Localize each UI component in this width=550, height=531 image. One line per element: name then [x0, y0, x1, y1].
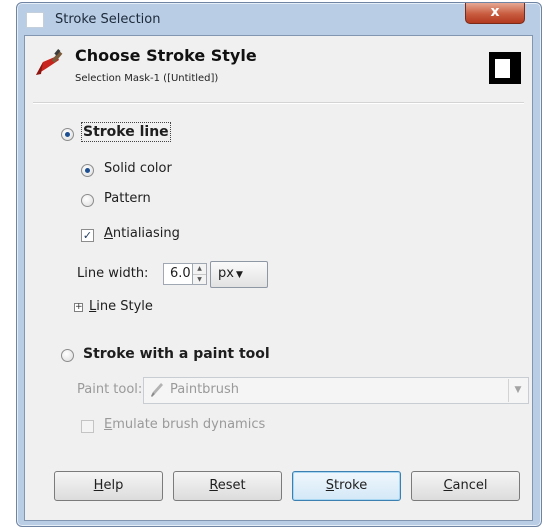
- line-width-label: Line width:: [77, 266, 149, 281]
- close-button[interactable]: x: [465, 3, 525, 24]
- pattern-label[interactable]: Pattern: [104, 191, 151, 206]
- dialog-body: Choose Stroke Style Selection Mask-1 ([U…: [24, 35, 533, 521]
- antialiasing-mnemonic: A: [104, 226, 113, 241]
- line-width-spinner[interactable]: ▲ ▼: [193, 263, 207, 285]
- paint-tool-value: Paintbrush: [170, 382, 240, 397]
- reset-text: eset: [217, 478, 246, 493]
- line-width-input[interactable]: 6.0: [163, 263, 193, 285]
- paint-tool-label: Paint tool:: [77, 382, 143, 397]
- emulate-mnemonic: E: [104, 417, 113, 432]
- reset-button[interactable]: Reset: [173, 471, 282, 501]
- help-button[interactable]: Help: [54, 471, 163, 501]
- solid-color-label[interactable]: Solid color: [104, 161, 172, 176]
- stroke-button[interactable]: Stroke: [292, 471, 401, 501]
- dialog-header: Choose Stroke Style Selection Mask-1 ([U…: [25, 36, 532, 99]
- line-style-label[interactable]: Line Style: [89, 299, 153, 314]
- unit-select[interactable]: px ▼: [210, 261, 268, 288]
- paint-tool-option-label[interactable]: Stroke with a paint tool: [83, 346, 270, 362]
- chevron-down-icon[interactable]: ▼: [508, 379, 527, 402]
- paint-tool-select[interactable]: Paintbrush ▼: [143, 377, 529, 404]
- spin-up-icon[interactable]: ▲: [193, 264, 206, 275]
- cancel-text: ancel: [452, 478, 488, 493]
- antialiasing-checkbox[interactable]: ✓: [81, 229, 94, 242]
- paintbrush-stroke-icon: [36, 49, 63, 75]
- header-divider: [33, 102, 524, 104]
- paint-tool-radio[interactable]: [61, 349, 74, 362]
- line-style-expander-icon[interactable]: +: [74, 303, 83, 312]
- header-title: Choose Stroke Style: [75, 46, 257, 65]
- emulate-text: mulate brush dynamics: [112, 417, 266, 432]
- stroke-preview-swatch: [489, 52, 521, 84]
- chevron-down-icon: ▼: [235, 270, 243, 280]
- line-style-text: ine Style: [96, 299, 153, 314]
- app-icon: [26, 12, 44, 28]
- stroke-mnemonic: S: [325, 478, 335, 493]
- solid-color-radio[interactable]: [81, 164, 94, 177]
- stroke-line-radio[interactable]: [61, 128, 74, 141]
- antialiasing-label[interactable]: Antialiasing: [104, 226, 180, 241]
- title-bar[interactable]: Stroke Selection x: [17, 3, 541, 35]
- emulate-dynamics-label[interactable]: Emulate brush dynamics: [104, 417, 265, 432]
- header-subtitle: Selection Mask-1 ([Untitled]): [75, 73, 219, 84]
- unit-value: px: [218, 266, 234, 281]
- help-mnemonic: H: [93, 478, 104, 493]
- cancel-button[interactable]: Cancel: [411, 471, 520, 501]
- paintbrush-icon: [151, 383, 163, 397]
- reset-mnemonic: R: [209, 478, 218, 493]
- help-text: elp: [103, 478, 124, 493]
- preview-inner: [495, 59, 510, 78]
- pattern-radio[interactable]: [81, 194, 94, 207]
- window-title: Stroke Selection: [55, 12, 161, 27]
- emulate-dynamics-checkbox[interactable]: [81, 420, 94, 433]
- antialiasing-text: ntialiasing: [112, 226, 180, 241]
- stroke-line-label[interactable]: Stroke line: [81, 122, 171, 142]
- cancel-mnemonic: C: [443, 478, 453, 493]
- stroke-selection-dialog: Stroke Selection x Choose Stroke Style S…: [16, 2, 542, 527]
- stroke-text: troke: [334, 478, 368, 493]
- spin-down-icon[interactable]: ▼: [193, 275, 206, 285]
